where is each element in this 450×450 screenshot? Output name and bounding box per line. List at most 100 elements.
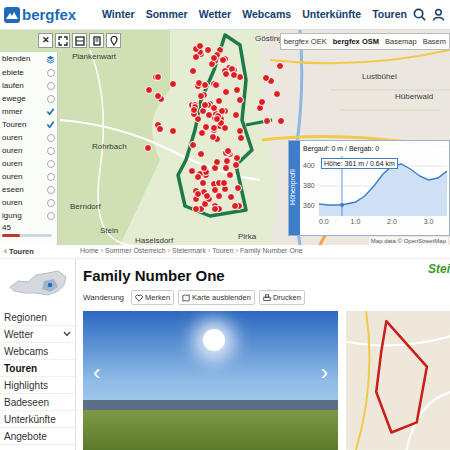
map-pin[interactable] bbox=[220, 179, 228, 187]
sidebar-item[interactable]: Highlights bbox=[0, 377, 75, 394]
map-pin[interactable] bbox=[277, 117, 285, 125]
map-pin[interactable] bbox=[199, 179, 207, 187]
layers-icon[interactable] bbox=[46, 55, 55, 64]
map-pin[interactable] bbox=[263, 117, 271, 125]
prev-button[interactable]: ‹ bbox=[93, 361, 100, 385]
map-pin[interactable] bbox=[215, 192, 223, 200]
map-pin[interactable] bbox=[144, 144, 152, 152]
map-pin[interactable] bbox=[221, 124, 229, 132]
map-pin[interactable] bbox=[209, 133, 217, 141]
close-button[interactable]: ✕ bbox=[38, 33, 53, 48]
map-pin[interactable] bbox=[204, 46, 212, 54]
map-pin[interactable] bbox=[145, 86, 153, 94]
map-pin[interactable] bbox=[196, 42, 204, 50]
map-pin[interactable] bbox=[200, 164, 208, 172]
map-pin[interactable] bbox=[231, 202, 239, 210]
map-pin[interactable] bbox=[190, 106, 198, 114]
map-pin[interactable] bbox=[234, 184, 242, 192]
checkbox[interactable] bbox=[47, 147, 55, 155]
tour-photo[interactable]: ‹› bbox=[83, 311, 338, 450]
map-pin[interactable] bbox=[197, 150, 205, 158]
fullscreen-icon[interactable] bbox=[55, 33, 70, 48]
breadcrumb-item[interactable]: Touren bbox=[212, 246, 233, 257]
map-pin[interactable] bbox=[232, 111, 240, 119]
map-type-button[interactable]: Basemap bbox=[382, 34, 420, 49]
map-pin[interactable] bbox=[236, 96, 244, 104]
chevron-down-icon[interactable] bbox=[63, 331, 71, 337]
check-icon[interactable] bbox=[46, 107, 55, 116]
action-button[interactable]: Drucken bbox=[259, 290, 305, 305]
frame-icon[interactable] bbox=[72, 33, 87, 48]
map-pin[interactable] bbox=[192, 53, 200, 61]
map-pin[interactable] bbox=[169, 127, 177, 135]
filter-header[interactable]: blenden bbox=[0, 52, 57, 66]
map-pin[interactable] bbox=[205, 111, 213, 119]
map-pin[interactable] bbox=[211, 205, 219, 213]
checkbox[interactable] bbox=[47, 69, 55, 77]
map-pin[interactable] bbox=[236, 127, 244, 135]
map-pin[interactable] bbox=[276, 62, 284, 70]
breadcrumb-item[interactable]: Steiermark bbox=[172, 246, 206, 257]
user-icon[interactable] bbox=[432, 8, 445, 21]
map-pin[interactable] bbox=[222, 70, 230, 78]
checkbox[interactable] bbox=[47, 134, 55, 142]
filter-item[interactable]: ouren bbox=[0, 131, 57, 144]
map-pin[interactable] bbox=[273, 90, 281, 98]
profile-tab[interactable]: Höhenprofil bbox=[289, 141, 300, 235]
map-pin[interactable] bbox=[154, 73, 162, 81]
filter-item[interactable]: ewege bbox=[0, 92, 57, 105]
austria-map-icon[interactable] bbox=[0, 259, 75, 309]
map-pin[interactable] bbox=[192, 205, 200, 213]
filter-item[interactable]: laufen bbox=[0, 79, 57, 92]
map-pin[interactable] bbox=[189, 141, 197, 149]
map-pin[interactable] bbox=[237, 134, 245, 142]
map-pin[interactable] bbox=[233, 86, 241, 94]
location-icon[interactable] bbox=[106, 33, 121, 48]
filter-item[interactable]: ouren bbox=[0, 157, 57, 170]
filter-item[interactable]: ouren bbox=[0, 170, 57, 183]
route-thumbnail[interactable] bbox=[346, 311, 450, 450]
map-pin[interactable] bbox=[219, 56, 227, 64]
sidebar-item[interactable]: Angebote bbox=[0, 428, 75, 445]
map-pin[interactable] bbox=[213, 115, 221, 123]
map-pin[interactable] bbox=[222, 88, 230, 96]
checkbox[interactable] bbox=[47, 173, 55, 181]
search-icon[interactable] bbox=[413, 8, 426, 21]
nav-item[interactable]: Sommer bbox=[146, 7, 188, 23]
map-pin[interactable] bbox=[213, 158, 221, 166]
map-type-button[interactable]: bergfex OEK bbox=[281, 34, 330, 49]
back-link[interactable]: ‹Touren bbox=[0, 245, 80, 259]
map-pin[interactable] bbox=[227, 193, 235, 201]
map-pin[interactable] bbox=[194, 190, 202, 198]
sidebar-item[interactable]: Unterkünfte bbox=[0, 411, 75, 428]
sidebar-item[interactable]: Wetter bbox=[0, 326, 75, 343]
sidebar-item[interactable]: Webcams bbox=[0, 343, 75, 360]
nav-item[interactable]: Winter bbox=[102, 7, 135, 23]
filter-item[interactable]: igung bbox=[0, 209, 57, 222]
checkbox[interactable] bbox=[47, 160, 55, 168]
action-button[interactable]: Karte ausblenden bbox=[178, 290, 255, 305]
breadcrumb-item[interactable]: Sommer Österreich bbox=[105, 246, 166, 257]
map-pin[interactable] bbox=[198, 129, 206, 137]
filter-item[interactable]: ebiete bbox=[0, 66, 57, 79]
logo[interactable]: bergfex bbox=[4, 7, 96, 23]
filter-item[interactable]: Touren bbox=[0, 118, 57, 131]
map-pin[interactable] bbox=[201, 81, 209, 89]
map-pin[interactable] bbox=[212, 81, 220, 89]
map-pin[interactable] bbox=[154, 92, 162, 100]
map-pin[interactable] bbox=[218, 107, 226, 115]
map-pin[interactable] bbox=[188, 167, 196, 175]
map-pin[interactable] bbox=[201, 101, 209, 109]
filter-item[interactable]: ouren bbox=[0, 144, 57, 157]
checkbox[interactable] bbox=[47, 212, 55, 220]
region-badge[interactable]: Stei bbox=[426, 262, 450, 276]
breadcrumb-item[interactable]: Home bbox=[80, 246, 99, 257]
sidebar-item[interactable]: Touren bbox=[0, 360, 75, 377]
map-type-button[interactable]: Basem bbox=[420, 34, 449, 49]
map-pin[interactable] bbox=[224, 147, 232, 155]
list-icon[interactable] bbox=[89, 33, 104, 48]
checkbox[interactable] bbox=[47, 95, 55, 103]
nav-item[interactable]: Touren bbox=[372, 7, 407, 23]
filter-item[interactable]: mmer bbox=[0, 105, 57, 118]
map-pin[interactable] bbox=[226, 171, 234, 179]
